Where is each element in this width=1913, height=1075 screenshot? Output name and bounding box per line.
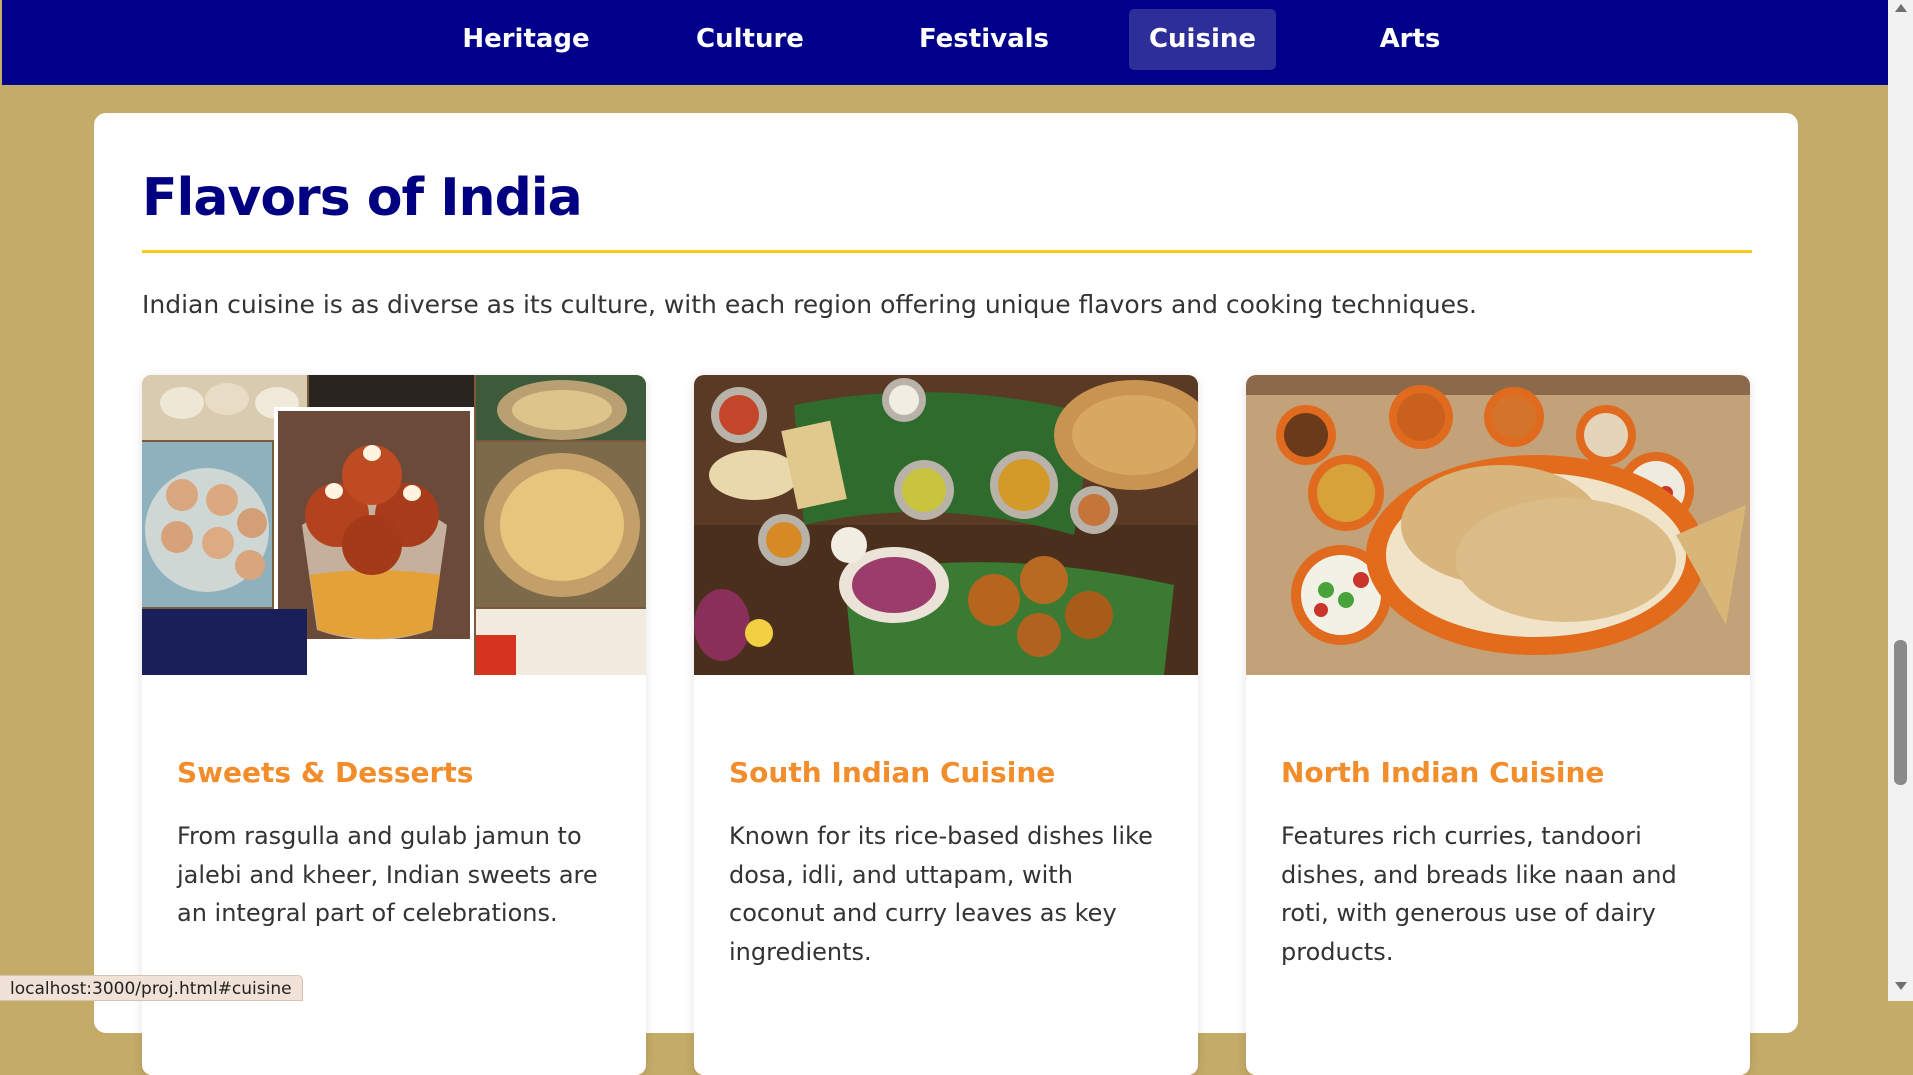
vertical-scrollbar[interactable] xyxy=(1888,0,1913,1001)
food-card-south-indian: South Indian Cuisine Known for its rice-… xyxy=(694,375,1198,1075)
scrollbar-thumb[interactable] xyxy=(1894,640,1907,785)
card-text-north-indian: Features rich curries, tandoori dishes, … xyxy=(1281,822,1677,966)
status-bar-url: localhost:3000/proj.html#cuisine xyxy=(0,975,303,1001)
cuisine-section: Flavors of India Indian cuisine is as di… xyxy=(94,113,1798,1075)
nav-item-cuisine[interactable]: Cuisine xyxy=(1129,9,1276,70)
title-underline xyxy=(142,250,1752,253)
food-card-north-indian: North Indian Cuisine Features rich curri… xyxy=(1246,375,1750,1075)
card-text-south-indian: Known for its rice-based dishes like dos… xyxy=(729,822,1153,966)
card-title-sweets: Sweets & Desserts xyxy=(177,756,474,789)
nav-item-festivals[interactable]: Festivals xyxy=(899,9,1069,70)
top-nav: Heritage Culture Festivals Cuisine Arts xyxy=(2,0,1888,85)
scroll-down-arrow-icon[interactable] xyxy=(1895,982,1907,990)
nav-item-arts[interactable]: Arts xyxy=(1360,9,1460,70)
section-intro: Indian cuisine is as diverse as its cult… xyxy=(142,290,1477,319)
card-title-north-indian: North Indian Cuisine xyxy=(1281,756,1605,789)
food-card-sweets: Sweets & Desserts From rasgulla and gula… xyxy=(142,375,646,1075)
scroll-up-arrow-icon[interactable] xyxy=(1895,4,1907,12)
card-title-south-indian: South Indian Cuisine xyxy=(729,756,1056,789)
card-text-sweets: From rasgulla and gulab jamun to jalebi … xyxy=(177,822,598,927)
south-indian-thali-image xyxy=(694,375,1198,675)
nav-item-culture[interactable]: Culture xyxy=(679,9,821,70)
nav-item-heritage[interactable]: Heritage xyxy=(452,9,600,70)
section-title: Flavors of India xyxy=(142,168,583,228)
north-indian-platter-image xyxy=(1246,375,1750,675)
sweets-collage-image xyxy=(142,375,646,675)
